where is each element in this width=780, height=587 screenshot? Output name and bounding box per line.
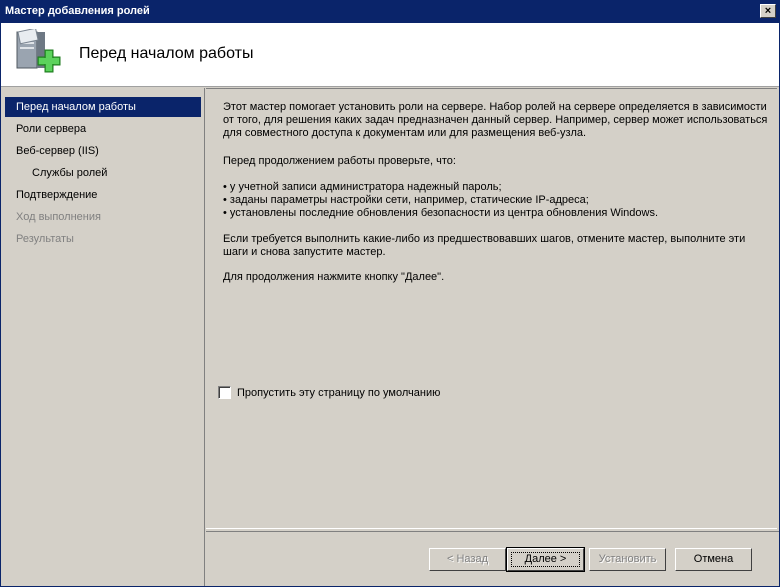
skip-page-option[interactable]: Пропустить эту страницу по умолчанию [218, 386, 440, 399]
nav-step-role-services[interactable]: Службы ролей [5, 163, 201, 183]
checklist-item: установлены последние обновления безопас… [223, 207, 768, 220]
nav-step-before-you-begin[interactable]: Перед началом работы [5, 97, 201, 117]
install-button[interactable]: Установить [589, 548, 666, 571]
back-button[interactable]: < Назад [429, 548, 506, 571]
nav-step-web-server[interactable]: Веб-сервер (IIS) [5, 141, 201, 161]
skip-page-checkbox[interactable] [218, 386, 231, 399]
title-bar[interactable]: Мастер добавления ролей × [1, 1, 779, 23]
check-prompt: Перед продолжением работы проверьте, что… [223, 155, 456, 167]
cancel-hint: Если требуется выполнить какие-либо из п… [223, 233, 746, 258]
nav-step-confirmation[interactable]: Подтверждение [5, 185, 201, 205]
server-add-role-icon [16, 29, 61, 73]
wizard-window: Мастер добавления ролей × Перед началом … [0, 0, 780, 587]
nav-step-results: Результаты [16, 233, 74, 245]
checklist: у учетной записи администратора надежный… [223, 181, 768, 220]
close-button[interactable]: × [760, 4, 776, 18]
checklist-item: у учетной записи администратора надежный… [223, 181, 768, 194]
wizard-content: Этот мастер помогает установить роли на … [206, 88, 779, 530]
continue-hint: Для продолжения нажмите кнопку "Далее". [223, 271, 445, 283]
cancel-button[interactable]: Отмена [675, 548, 752, 571]
content-panel: Этот мастер помогает установить роли на … [206, 88, 777, 529]
skip-page-label[interactable]: Пропустить эту страницу по умолчанию [237, 387, 440, 399]
wizard-footer: < Назад Далее > Установить Отмена [206, 531, 779, 586]
wizard-steps-nav: Перед началом работы Роли сервера Веб-се… [1, 88, 205, 586]
nav-step-server-roles[interactable]: Роли сервера [5, 119, 201, 139]
checklist-item: заданы параметры настройки сети, наприме… [223, 194, 768, 207]
window-title: Мастер добавления ролей [5, 5, 150, 17]
next-button[interactable]: Далее > [506, 547, 585, 572]
nav-step-progress: Ход выполнения [16, 211, 101, 223]
intro-text: Этот мастер помогает установить роли на … [223, 101, 768, 139]
wizard-header: Перед началом работы [1, 23, 779, 87]
page-heading: Перед началом работы [79, 45, 254, 62]
